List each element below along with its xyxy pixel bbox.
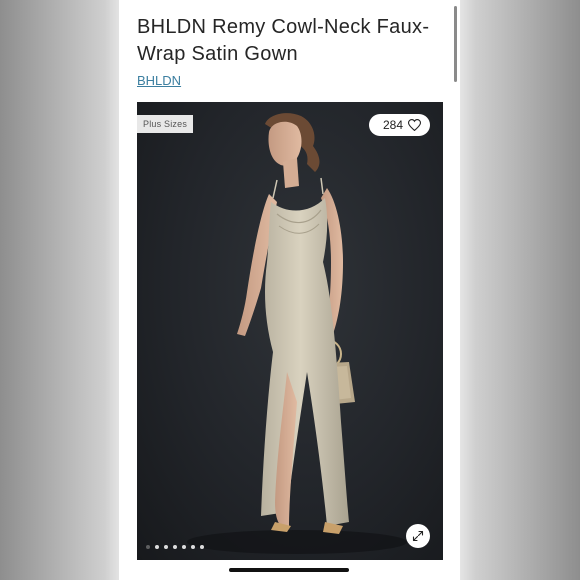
like-button[interactable]: 284 — [368, 114, 430, 136]
pagination-dot[interactable] — [173, 545, 177, 549]
pagination-dot[interactable] — [191, 545, 195, 549]
pagination-dot[interactable] — [164, 545, 168, 549]
scrollbar[interactable] — [454, 6, 457, 82]
home-indicator — [229, 568, 349, 572]
app-screen: BHLDN Remy Cowl-Neck Faux-Wrap Satin Gow… — [119, 0, 460, 580]
expand-arrows-icon — [412, 530, 424, 542]
pagination-dot[interactable] — [200, 545, 204, 549]
product-photo — [187, 113, 407, 554]
image-gallery[interactable]: Plus Sizes 284 — [137, 102, 443, 560]
brand-link[interactable]: BHLDN — [137, 73, 181, 88]
pagination-dot[interactable] — [155, 545, 159, 549]
pagination-dot[interactable] — [182, 545, 186, 549]
expand-button[interactable] — [406, 524, 430, 548]
like-count: 284 — [382, 118, 403, 132]
gallery-pagination[interactable] — [146, 545, 204, 549]
heart-icon — [408, 119, 421, 131]
plus-sizes-tag: Plus Sizes — [137, 115, 194, 133]
pagination-dot[interactable] — [146, 545, 150, 549]
listing-title: BHLDN Remy Cowl-Neck Faux-Wrap Satin Gow… — [137, 16, 430, 65]
